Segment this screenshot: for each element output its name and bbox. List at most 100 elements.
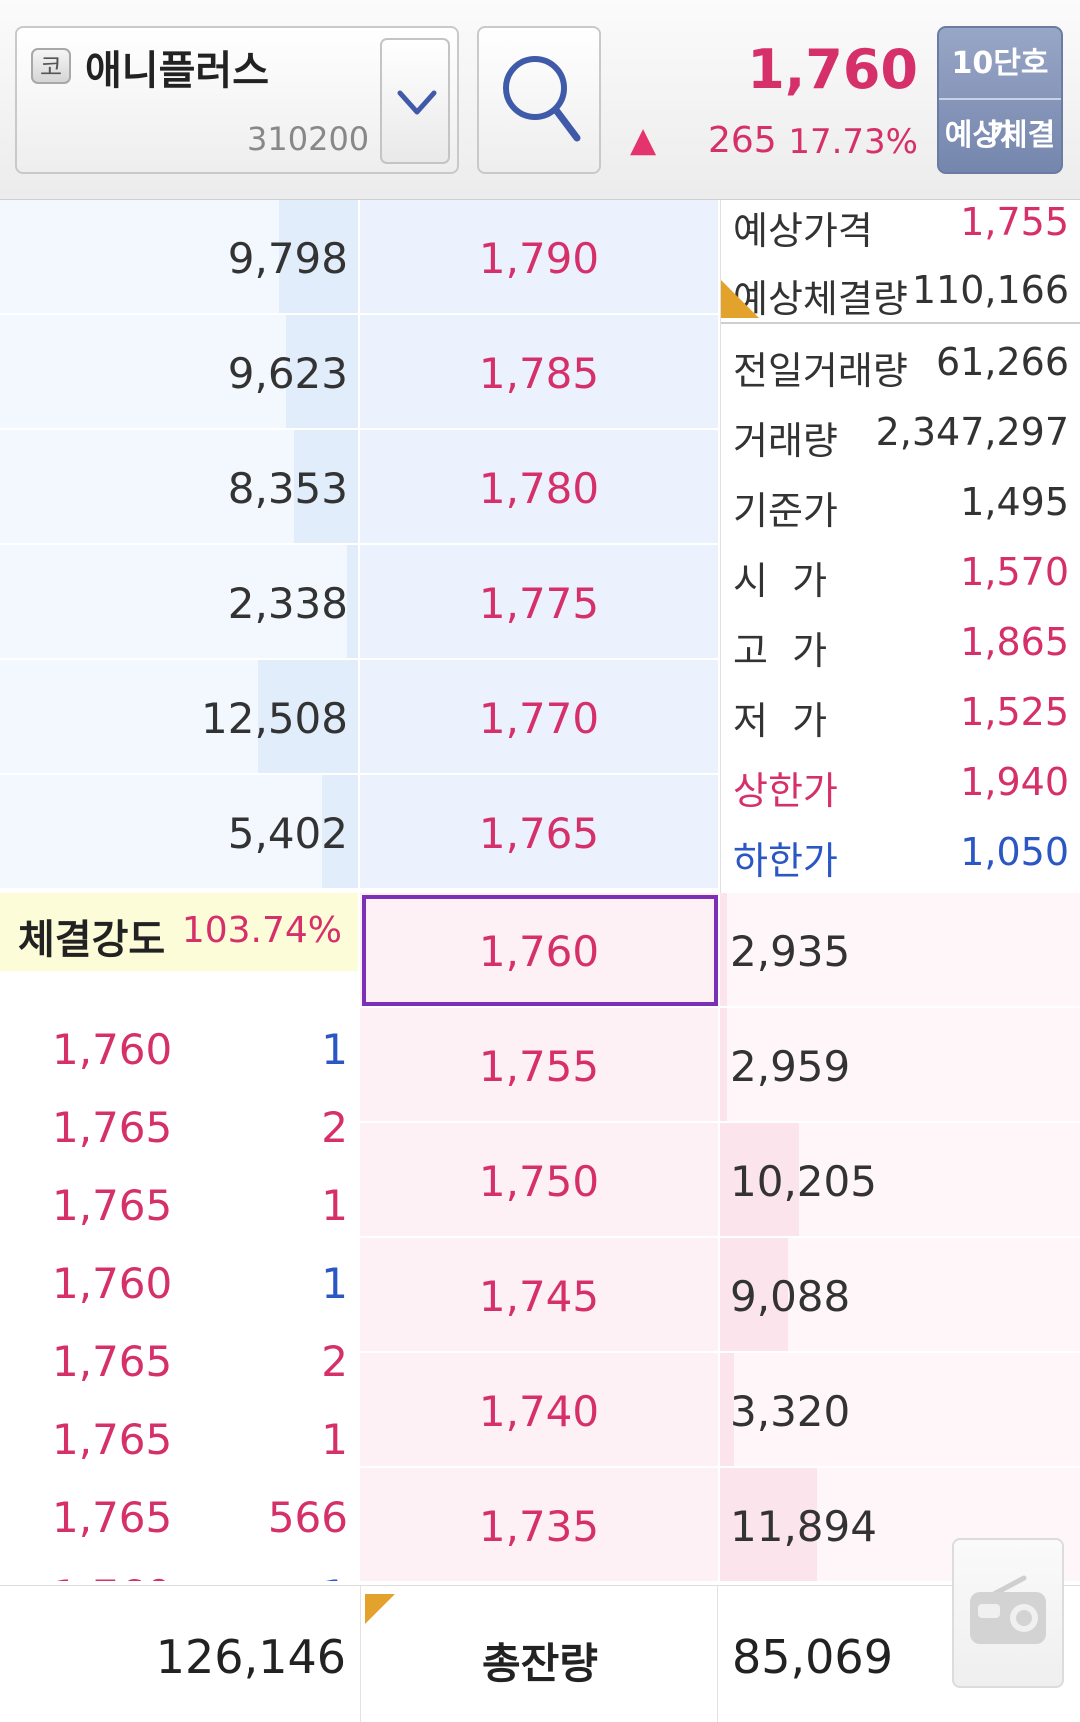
info-label: 저 가: [733, 699, 828, 743]
ask-price-cell[interactable]: 1,775: [360, 545, 718, 658]
ask-qty: 9,623: [227, 349, 348, 398]
ask-row[interactable]: 9,623 1,785: [0, 315, 720, 430]
strength-label: 체결강도: [18, 917, 166, 963]
ask-row[interactable]: 2,338 1,775: [0, 545, 720, 660]
ask-price-cell[interactable]: 1,765: [360, 775, 718, 888]
ask-price: 1,785: [478, 349, 600, 398]
trade-volume: 2: [321, 1103, 348, 1152]
info-low: 저 가 1,525: [733, 680, 1073, 750]
bid-price-cell[interactable]: 1,755: [360, 1008, 718, 1121]
trade-row: 1,760 1: [0, 1259, 358, 1337]
trade-volume: 1: [321, 1571, 348, 1581]
total-ask-qty: 126,146: [155, 1630, 346, 1684]
info-high: 고 가 1,865: [733, 610, 1073, 680]
bid-price: 1,755: [478, 1042, 600, 1091]
total-remaining-label: 총잔량: [482, 1639, 598, 1688]
ask-price: 1,770: [478, 694, 600, 743]
bid-price: 1,750: [478, 1157, 600, 1206]
ask-price-cell[interactable]: 1,780: [360, 430, 718, 543]
execution-strength: 체결강도 103.74%: [0, 893, 358, 971]
trade-price: 1,765: [52, 1337, 173, 1386]
info-label: 거래량: [733, 419, 838, 463]
ask-qty: 8,353: [227, 464, 348, 513]
info-divider: [721, 322, 1080, 324]
bid-volume-bar: [720, 1008, 728, 1121]
trade-price: 1,765: [52, 1103, 173, 1152]
ask-price-cell[interactable]: 1,785: [360, 315, 718, 428]
trade-row: 1,760 1: [0, 1025, 358, 1103]
ask-row[interactable]: 8,353 1,780: [0, 430, 720, 545]
trade-row: 1,765 1: [0, 1181, 358, 1259]
trade-row: 1,765 1: [0, 1415, 358, 1493]
ask-volume-bar: [347, 545, 358, 658]
up-arrow-icon: ▲: [630, 120, 657, 160]
info-label: 예상가격: [733, 209, 873, 253]
info-value: 1,050: [960, 830, 1069, 874]
bid-qty: 2,959: [730, 1042, 851, 1091]
info-expected-price: 예상가격 1,755: [733, 190, 1073, 260]
stock-dropdown-button[interactable]: [380, 38, 450, 164]
search-button[interactable]: [477, 26, 601, 174]
ask-price: 1,775: [478, 579, 600, 628]
ask-row[interactable]: 12,508 1,770: [0, 660, 720, 775]
info-value: 1,495: [960, 480, 1069, 524]
trade-volume: 1: [321, 1415, 348, 1464]
trade-volume: 1: [321, 1259, 348, 1308]
bid-price: 1,735: [478, 1502, 600, 1551]
info-value: 61,266: [936, 340, 1069, 384]
info-value: 1,865: [960, 620, 1069, 664]
bid-price-cell[interactable]: 1,740: [360, 1353, 718, 1466]
trade-price: 1,760: [52, 1571, 172, 1581]
bid-price-cell[interactable]: 1,745: [360, 1238, 718, 1351]
stock-name: 애니플러스: [85, 48, 269, 94]
ask-price-cell[interactable]: 1,790: [360, 200, 718, 313]
trade-price: 1,760: [52, 1025, 173, 1074]
total-bid-qty: 85,069: [732, 1630, 893, 1684]
ask-qty-cell: 2,338: [0, 545, 358, 658]
bid-qty: 9,088: [730, 1272, 851, 1321]
radio-button[interactable]: [952, 1538, 1064, 1688]
ask-row[interactable]: 9,798 1,790: [0, 200, 720, 315]
ask-price-cell[interactable]: 1,770: [360, 660, 718, 773]
ask-qty-cell: 9,798: [0, 200, 358, 313]
ask-qty-cell: 5,402: [0, 775, 358, 888]
bid-price-cell[interactable]: 1,735: [360, 1468, 718, 1581]
trade-volume: 566: [267, 1493, 348, 1542]
expected-execution-button[interactable]: 예상체결: [939, 100, 1061, 172]
chevron-down-icon: [397, 90, 437, 115]
bid-qty-cell: 9,088: [720, 1238, 1080, 1351]
bid-qty: 10,205: [730, 1157, 877, 1206]
ask-qty: 2,338: [227, 579, 348, 628]
trade-price: 1,765: [52, 1415, 173, 1464]
info-value: 1,570: [960, 550, 1069, 594]
bid-qty: 2,935: [730, 927, 851, 976]
mode-toggle[interactable]: 10단호가 예상체결: [937, 26, 1063, 174]
trade-row: 1,765 2: [0, 1337, 358, 1415]
change-rate: 17.73%: [788, 122, 918, 162]
info-label: 기준가: [733, 489, 838, 533]
header-bar: 코 애니플러스 310200 1,760 ▲ 265 17.73% 10단호가 …: [0, 0, 1080, 200]
stock-selector[interactable]: 코 애니플러스 310200: [15, 26, 459, 174]
search-icon: [503, 56, 581, 142]
quote-info-panel: 예상가격 1,755 예상체결량 110,166 전일거래량 61,266 거래…: [720, 200, 1080, 893]
bid-qty-cell: 2,959: [720, 1008, 1080, 1121]
trade-price: 1,765: [52, 1181, 173, 1230]
trade-volume: 2: [321, 1337, 348, 1386]
info-label: 전일거래량: [733, 349, 908, 393]
ask-price: 1,790: [478, 234, 600, 283]
bid-volume-bar: [720, 893, 728, 1006]
bid-price-cell[interactable]: 1,750: [360, 1123, 718, 1236]
ask-row[interactable]: 5,402 1,765: [0, 775, 720, 890]
strength-value: 103.74%: [181, 910, 342, 951]
info-value: 1,525: [960, 690, 1069, 734]
total-label-cell[interactable]: 총잔량: [360, 1586, 718, 1722]
ten-level-quote-button[interactable]: 10단호가: [939, 28, 1061, 153]
bid-qty-cell: 2,935: [720, 893, 1080, 1006]
bid-qty-cell: 3,320: [720, 1353, 1080, 1466]
trade-row: 1,765 2: [0, 1103, 358, 1181]
trade-ticks-list[interactable]: 1,760 1 1,765 2 1,765 1 1,760 1 1,765 2 …: [0, 971, 358, 1581]
ask-qty: 9,798: [227, 234, 348, 283]
market-badge: 코: [31, 48, 71, 84]
info-prev-volume: 전일거래량 61,266: [733, 330, 1073, 400]
bid-price: 1,745: [478, 1272, 600, 1321]
